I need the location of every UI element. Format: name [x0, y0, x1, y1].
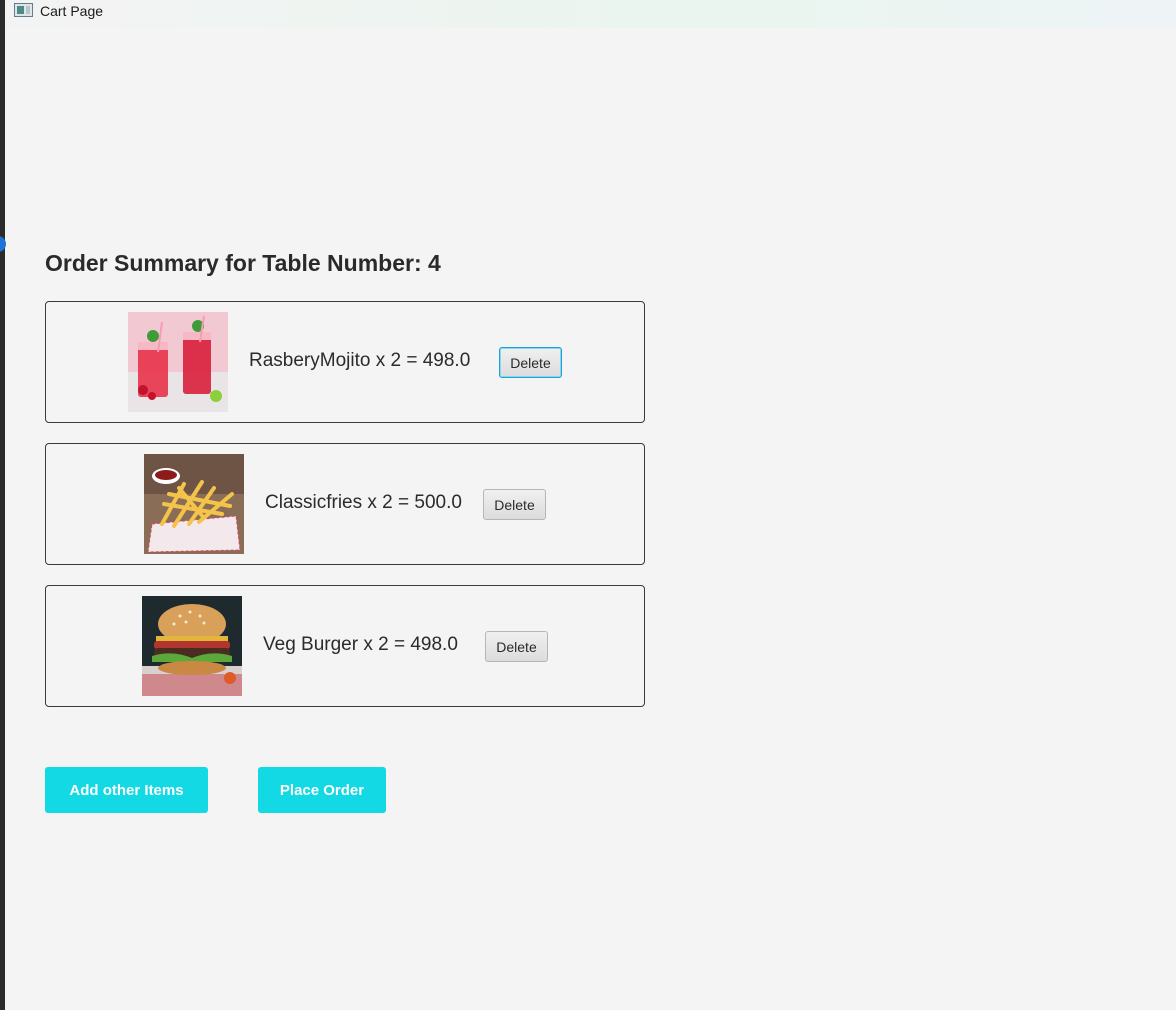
cart-item-card: Classicfries x 2 = 500.0 Delete [45, 443, 645, 565]
item-summary-text: Veg Burger x 2 = 498.0 [263, 634, 458, 655]
cart-item-card: Veg Burger x 2 = 498.0 Delete [45, 585, 645, 707]
app-window-icon [14, 3, 33, 17]
classic-fries-image [144, 454, 244, 554]
add-other-items-button[interactable]: Add other Items [45, 767, 208, 813]
item-summary-text: Classicfries x 2 = 500.0 [265, 492, 462, 513]
delete-item-button[interactable]: Delete [483, 489, 546, 520]
delete-item-button[interactable]: Delete [485, 631, 548, 662]
delete-item-button[interactable]: Delete [499, 347, 562, 378]
window-titlebar: Cart Page [5, 0, 1176, 28]
order-summary-heading: Order Summary for Table Number: 4 [45, 250, 441, 276]
raspberry-mojito-image [128, 312, 228, 412]
veg-burger-image [142, 596, 242, 696]
cart-page: Order Summary for Table Number: 4 Rasber… [5, 28, 1176, 1010]
place-order-button[interactable]: Place Order [258, 767, 386, 813]
window-title: Cart Page [40, 3, 104, 19]
cart-item-card: RasberyMojito x 2 = 498.0 Delete [45, 301, 645, 423]
item-summary-text: RasberyMojito x 2 = 498.0 [249, 350, 471, 371]
